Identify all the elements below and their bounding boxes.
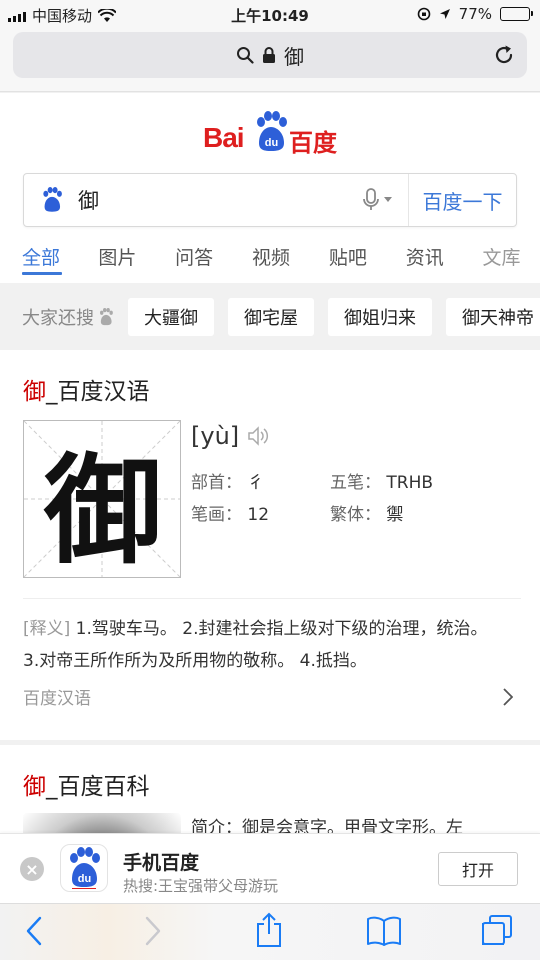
related-label-text: 大家还搜 xyxy=(22,307,94,329)
address-query: 御 xyxy=(284,44,304,69)
baike-title[interactable]: 御_百度百科 xyxy=(23,767,150,801)
strokes-label: 笔画： xyxy=(191,505,242,525)
paw-small-icon xyxy=(100,307,113,325)
hanyu-title[interactable]: 御_百度汉语 xyxy=(23,372,150,406)
strokes-row: 笔画： 12 xyxy=(191,500,269,525)
search-input[interactable]: 御 xyxy=(78,185,363,215)
page-content: Bai du 百度 御 百度一下 全部 图片 问答 视频 贴吧 资讯 文库 大家… xyxy=(0,93,540,960)
app-name: 手机百度 xyxy=(123,852,200,874)
related-chip[interactable]: 大疆御 xyxy=(128,297,214,336)
title-highlight: 御 xyxy=(23,774,46,800)
search-icon xyxy=(237,47,254,64)
radical-row: 部首： 彳 xyxy=(191,468,264,493)
tab-images[interactable]: 图片 xyxy=(79,241,156,279)
search-header: Bai du 百度 御 百度一下 全部 图片 问答 视频 贴吧 资讯 文库 大家… xyxy=(0,93,540,350)
logo-badge-text: du xyxy=(265,137,278,149)
reload-icon[interactable] xyxy=(493,44,515,66)
definition-line: 3.对帝王所作所为及所用物的敬称。 4.抵挡。 xyxy=(23,651,367,671)
character-glyph: 御 xyxy=(43,440,162,580)
traditional-row: 繁体： 禦 xyxy=(330,500,403,525)
tab-all[interactable]: 全部 xyxy=(0,241,79,279)
source-link[interactable]: 百度汉语 xyxy=(23,684,517,714)
tab-tieba[interactable]: 贴吧 xyxy=(309,241,386,279)
browser-toolbar xyxy=(0,903,540,960)
paw-logo-icon: du xyxy=(257,111,287,151)
pinyin-row: [yù] xyxy=(191,422,269,450)
status-right: 77% xyxy=(417,5,533,23)
paw-icon: du xyxy=(70,847,100,889)
strokes-value: 12 xyxy=(247,505,270,525)
app-logo-icon: du xyxy=(60,844,108,892)
search-box[interactable]: 御 百度一下 xyxy=(23,173,517,227)
definitions: [释义] 1.驾驶车马。 2.封建社会指上级对下级的治理，统治。 3.对帝王所作… xyxy=(23,598,521,677)
app-banner: × du 手机百度 热搜:王宝强带父母游玩 打开 xyxy=(0,833,540,903)
related-label: 大家还搜 xyxy=(22,304,114,330)
share-icon[interactable] xyxy=(255,912,283,948)
location-icon xyxy=(439,9,450,19)
related-chip[interactable]: 御天神帝 xyxy=(446,297,540,336)
traditional-value: 禦 xyxy=(386,505,404,525)
orientation-lock-icon xyxy=(417,7,430,21)
close-icon[interactable]: × xyxy=(20,857,44,881)
search-tabs: 全部 图片 问答 视频 贴吧 资讯 文库 xyxy=(0,241,540,279)
tab-video[interactable]: 视频 xyxy=(233,241,310,279)
radical-value: 彳 xyxy=(247,473,265,493)
definition-line: [释义] 1.驾驶车马。 2.封建社会指上级对下级的治理，统治。 xyxy=(23,613,521,645)
tabs-icon[interactable] xyxy=(481,914,513,946)
wubi-row: 五笔： TRHB xyxy=(330,468,433,493)
wubi-label: 五笔： xyxy=(330,473,381,493)
pinyin-text: [yù] xyxy=(191,422,240,450)
open-app-button[interactable]: 打开 xyxy=(438,852,518,886)
voice-search[interactable] xyxy=(363,188,392,212)
paw-icon xyxy=(43,187,62,212)
title-text: _百度汉语 xyxy=(46,379,150,405)
related-chip[interactable]: 御宅屋 xyxy=(228,297,314,336)
tab-wenku[interactable]: 文库 xyxy=(463,241,540,279)
tab-news[interactable]: 资讯 xyxy=(386,241,463,279)
browser-address-area: 御 xyxy=(0,28,540,92)
baidu-logo[interactable]: Bai du 百度 xyxy=(203,111,343,157)
lock-icon xyxy=(263,47,275,63)
character-grid: 御 xyxy=(23,420,181,580)
app-hot-search[interactable]: 热搜:王宝强带父母游玩 xyxy=(123,875,278,896)
wubi-value: TRHB xyxy=(386,473,434,493)
chevron-right-icon xyxy=(503,688,513,706)
title-text: _百度百科 xyxy=(46,774,150,800)
logo-text-cn: 百度 xyxy=(289,129,337,157)
battery-percent: 77% xyxy=(458,5,492,23)
address-bar[interactable]: 御 xyxy=(13,32,527,78)
hanyu-result-card: 御_百度汉语 御 [yù] 部首： 彳 五笔： TRHB 笔画： 12 繁体： … xyxy=(0,350,540,740)
logo-text-latin: Bai xyxy=(203,122,245,153)
source-name: 百度汉语 xyxy=(23,689,91,709)
app-badge-text: du xyxy=(78,873,91,885)
search-button[interactable]: 百度一下 xyxy=(408,174,516,226)
bookmarks-icon[interactable] xyxy=(366,916,402,946)
traditional-label: 繁体： xyxy=(330,505,381,525)
related-searches: 大家还搜 大疆御 御宅屋 御姐归来 御天神帝 xyxy=(0,283,540,350)
forward-icon[interactable] xyxy=(145,916,161,946)
related-chip[interactable]: 御姐归来 xyxy=(328,297,432,336)
tab-qa[interactable]: 问答 xyxy=(156,241,233,279)
dropdown-arrow-icon xyxy=(384,197,392,202)
title-highlight: 御 xyxy=(23,379,46,405)
microphone-icon xyxy=(363,188,379,210)
back-icon[interactable] xyxy=(26,916,42,946)
status-bar: 中国移动 上午10:49 77% xyxy=(0,0,540,28)
radical-label: 部首： xyxy=(191,473,242,493)
speaker-icon[interactable] xyxy=(247,426,269,446)
definition-text: 1.驾驶车马。 2.封建社会指上级对下级的治理，统治。 xyxy=(75,619,488,639)
battery-icon xyxy=(500,7,533,21)
definition-tag: [释义] xyxy=(23,619,71,639)
